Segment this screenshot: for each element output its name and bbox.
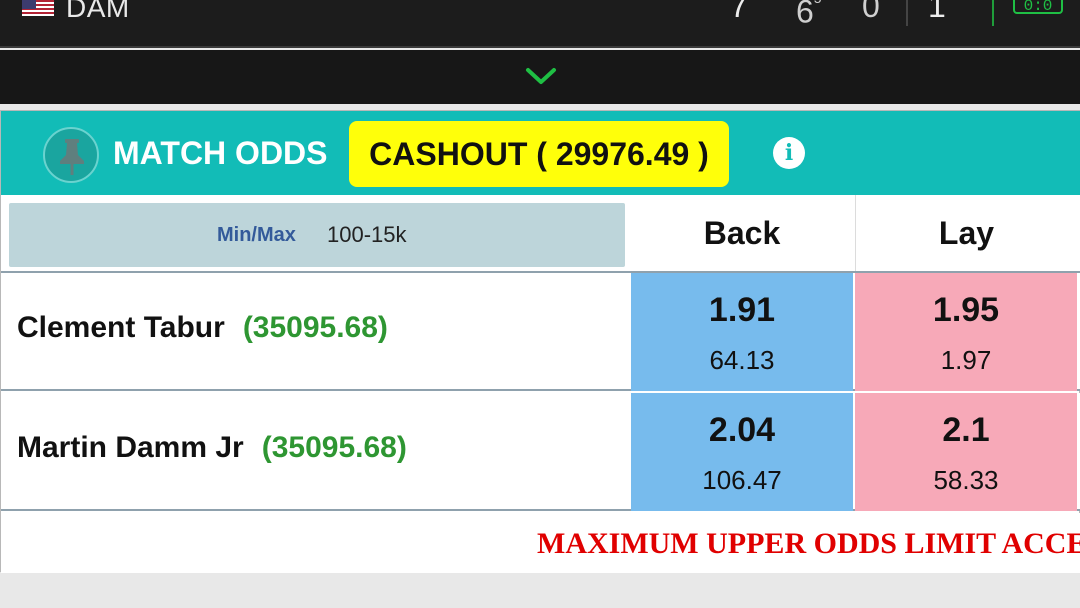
- us-flag-icon: [22, 0, 54, 16]
- back-price: 2.04: [708, 411, 776, 449]
- notice-ticker: MAXIMUM UPPER ODDS LIMIT ACCE: [1, 513, 1080, 573]
- min-max-box: Min/Max 100-15k: [9, 203, 625, 267]
- live-badge: 0:0: [1013, 0, 1063, 15]
- runner-row: Martin Damm Jr (35095.68) 2.04 106.47 2.1…: [1, 393, 1080, 511]
- lay-size: 1.97: [940, 345, 992, 375]
- lay-odds-cell[interactable]: 1.95 1.97: [855, 273, 1077, 391]
- match-odds-market: MATCH ODDS CASHOUT ( 29976.49 ) i Min/Ma…: [0, 110, 1080, 573]
- lay-price: 2.1: [942, 411, 990, 449]
- expand-bar[interactable]: [0, 50, 1080, 104]
- score-points: 0: [862, 0, 880, 24]
- score-games: 65: [796, 0, 822, 32]
- chevron-down-icon[interactable]: [525, 66, 557, 86]
- runner-position: (35095.68): [261, 431, 407, 464]
- back-size: 64.13: [709, 345, 775, 375]
- live-divider: [992, 0, 994, 26]
- score-games-value: 6: [796, 0, 814, 30]
- runner-name-text: Martin Damm Jr: [17, 431, 244, 464]
- runner-name: Martin Damm Jr (35095.68): [17, 431, 407, 465]
- score-set-total: 1: [928, 0, 946, 24]
- score-divider: [906, 0, 908, 26]
- runner-name: Clement Tabur (35095.68): [17, 311, 388, 345]
- lay-size: 58.33: [933, 465, 999, 495]
- score-games-sup: 5: [814, 0, 822, 6]
- market-title: MATCH ODDS: [113, 135, 328, 171]
- column-header-row: Min/Max 100-15k Back Lay: [1, 195, 1080, 273]
- runner-row: Clement Tabur (35095.68) 1.91 64.13 1.95 …: [1, 273, 1080, 391]
- pin-button[interactable]: [43, 127, 99, 183]
- runner-position: (35095.68): [242, 311, 388, 344]
- market-header: MATCH ODDS CASHOUT ( 29976.49 ) i: [1, 111, 1080, 195]
- lay-odds-cell[interactable]: 2.1 58.33: [855, 393, 1077, 511]
- cashout-button[interactable]: CASHOUT ( 29976.49 ): [349, 121, 729, 187]
- scoreboard-bar: DAM 7 65 0 1 0:0: [0, 0, 1080, 48]
- team-name: DAM: [66, 0, 130, 23]
- runner-name-text: Clement Tabur: [17, 311, 225, 344]
- min-max-label: Min/Max: [217, 224, 296, 246]
- score-sets: 7: [730, 0, 748, 24]
- min-max-value: 100-15k: [327, 222, 407, 247]
- back-price: 1.91: [708, 291, 776, 329]
- lay-price: 1.95: [932, 291, 1000, 329]
- back-size: 106.47: [702, 465, 782, 495]
- back-odds-cell[interactable]: 2.04 106.47: [631, 393, 853, 511]
- notice-text: MAXIMUM UPPER ODDS LIMIT ACCE: [537, 527, 1080, 560]
- lay-column-header: Lay: [855, 195, 1077, 271]
- pin-icon: [60, 139, 84, 175]
- info-icon[interactable]: i: [773, 137, 805, 169]
- back-column-header: Back: [703, 215, 781, 251]
- back-odds-cell[interactable]: 1.91 64.13: [631, 273, 853, 391]
